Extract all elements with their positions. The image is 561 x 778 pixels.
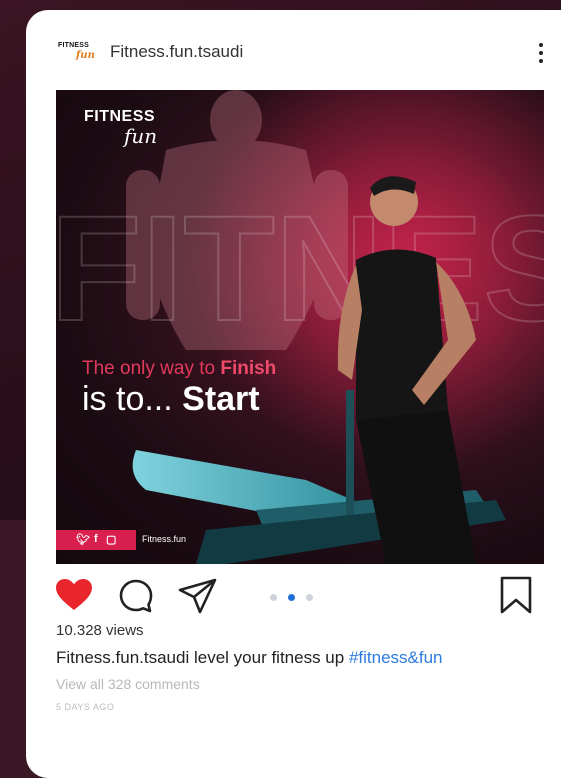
image-handle: Fitness.fun [142,534,187,544]
post-caption: Fitness.fun.tsaudi level your fitness up… [56,648,443,668]
image-logo-bottom: fun [124,124,158,148]
heart-icon[interactable] [55,578,93,612]
post-timestamp: 5 DAYS AGO [56,702,115,712]
image-logo: FITNESS fun [84,108,157,148]
image-logo-top: FITNESS [84,108,156,125]
twitter-icon: 🐦︎ [76,534,90,546]
carousel-dot-active[interactable] [288,594,295,601]
tagline-line2-highlight: Start [182,380,260,418]
caption-username[interactable]: Fitness.fun.tsaudi [56,648,189,667]
post-image[interactable]: FITNESS FITNESS fun The only w [56,90,544,564]
share-icon[interactable] [178,578,218,614]
more-options-icon[interactable] [535,40,547,66]
carousel-dots [270,594,318,602]
profile-logo-line1: FITNESS [58,42,89,49]
view-comments-link[interactable]: View all 328 comments [56,676,200,692]
post-actions [26,570,561,620]
tagline-line2-text: is to... [82,380,183,418]
tagline-line1-text: The only way to [82,358,221,379]
carousel-dot[interactable] [270,594,277,601]
comment-icon[interactable] [118,578,154,614]
facebook-icon: f [94,533,98,545]
profile-logo[interactable]: FITNESS fun [58,42,100,64]
social-bar: 🐦︎ f ▢ [56,530,136,550]
post-username[interactable]: Fitness.fun.tsaudi [110,42,243,62]
caption-hashtag[interactable]: #fitness&fun [349,648,443,667]
tagline-line1-highlight: Finish [220,358,277,379]
tagline-line1: The only way to Finish [82,358,276,380]
caption-text: level your fitness up [189,648,349,667]
bookmark-icon[interactable] [498,576,534,614]
instagram-icon: ▢ [106,534,117,546]
instagram-post-card: FITNESS fun Fitness.fun.tsaudi FITN S FI… [26,10,561,778]
tagline-line2: is to... Start [82,380,260,419]
post-image-artwork: FITNESS [56,90,544,564]
profile-logo-line2: fun [76,50,95,61]
post-header: FITNESS fun Fitness.fun.tsaudi [26,10,561,90]
carousel-dot[interactable] [306,594,313,601]
view-count: 10.328 views [56,622,144,639]
